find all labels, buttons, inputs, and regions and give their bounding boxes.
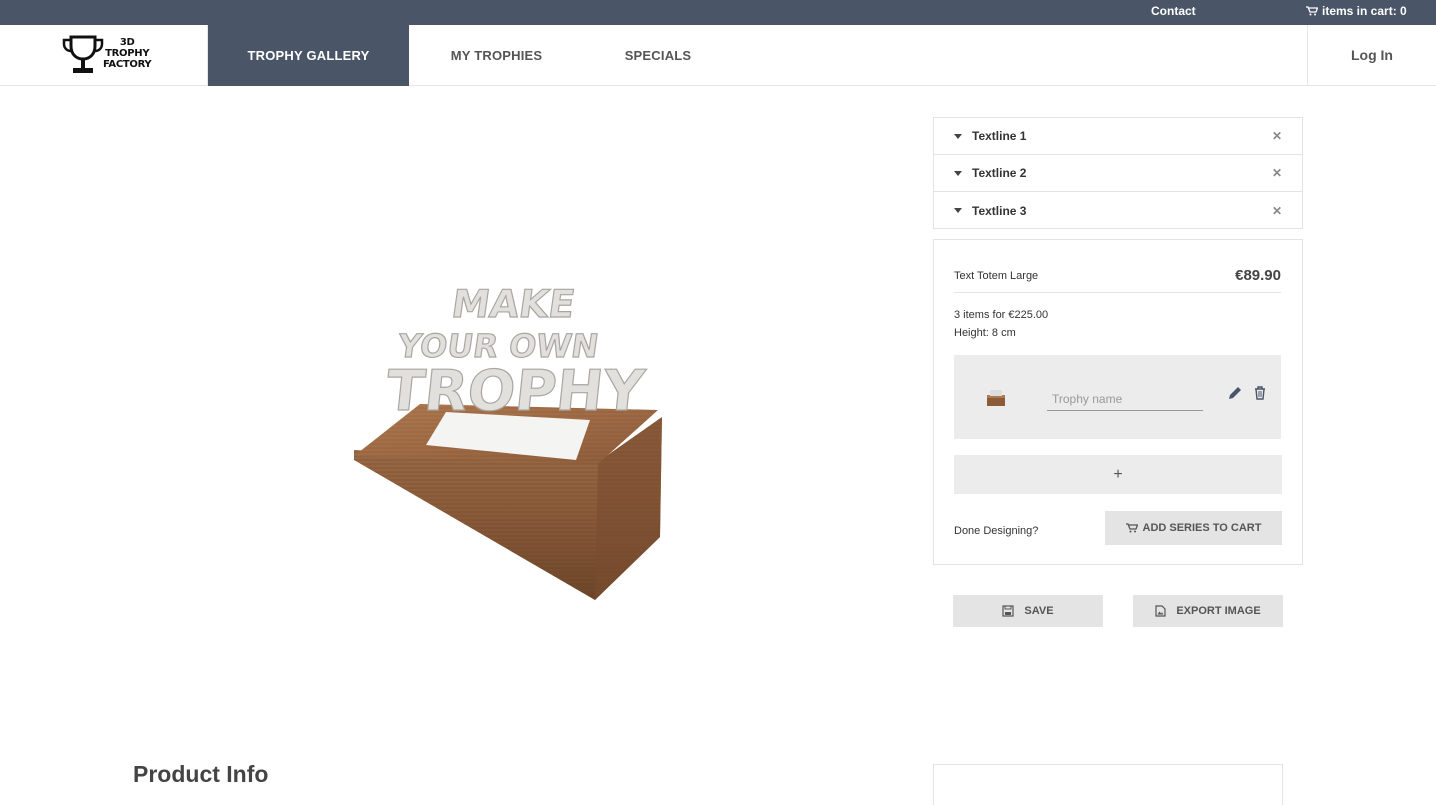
tab-trophy-gallery[interactable]: TROPHY GALLERY [208,25,409,86]
save-button[interactable]: SAVE [953,595,1103,627]
brand-wordmark: 3D TROPHY FACTORY [103,37,152,70]
top-bar: Contact items in cart: 0 [0,0,1436,25]
product-info-heading: Product Info [133,761,269,787]
save-label: SAVE [1024,605,1054,617]
image-file-icon [1155,605,1166,617]
textline-1-label: Textline 1 [972,129,1027,143]
main-nav: 3D TROPHY FACTORY TROPHY GALLERY MY TROP… [0,25,1436,86]
brand-line-2: TROPHY [105,48,150,59]
cart-link[interactable]: items in cart: 0 [1306,4,1407,18]
model-text-line-3: TROPHY [383,359,648,424]
close-icon[interactable]: ✕ [1272,204,1282,218]
trophy-preview-image: MAKE YOUR OWN TROPHY [354,283,662,600]
login-button[interactable]: Log In [1307,25,1436,85]
product-price: €89.90 [1235,267,1281,284]
close-icon[interactable]: ✕ [1272,166,1282,180]
close-icon[interactable]: ✕ [1272,129,1282,143]
model-text-line-1: MAKE [449,283,578,327]
cart-icon [1306,6,1318,16]
trophy-3d-viewer[interactable]: MAKE YOUR OWN TROPHY [340,262,680,607]
trophy-icon [62,35,104,73]
product-name: Text Totem Large [954,270,1039,282]
add-series-to-cart-button[interactable]: ADD SERIES TO CART [1105,511,1282,545]
done-designing-label: Done Designing? [954,525,1039,537]
export-image-button[interactable]: EXPORT IMAGE [1133,595,1283,627]
brand-line-3: FACTORY [103,59,152,70]
add-item-button[interactable]: + [954,455,1282,494]
product-height: Height: 8 cm [954,327,1016,339]
trash-icon[interactable] [1252,385,1268,401]
caret-down-icon [954,171,962,176]
caret-down-icon [954,134,962,139]
trophy-thumbnail [987,390,1005,406]
trophy-name-input[interactable] [1047,387,1203,411]
floppy-disk-icon [1002,605,1015,617]
add-series-label: ADD SERIES TO CART [1142,522,1262,534]
cart-count-label: items in cart: 0 [1322,4,1407,18]
product-card: Text Totem Large €89.90 3 items for €225… [933,239,1303,565]
contact-link[interactable]: Contact [1151,4,1196,18]
divider [954,292,1281,293]
product-info-panel [933,764,1283,805]
brand-line-1: 3D [119,37,135,48]
textline-3-label: Textline 3 [972,203,1027,218]
export-image-label: EXPORT IMAGE [1176,605,1261,617]
tab-my-trophies[interactable]: MY TROPHIES [409,25,584,86]
textline-3-row[interactable]: Textline 3 ✕ [934,192,1302,229]
brand-logo[interactable]: 3D TROPHY FACTORY [0,25,208,85]
tab-specials[interactable]: SPECIALS [584,25,732,86]
series-item-row [954,355,1281,439]
pencil-icon[interactable] [1227,385,1243,401]
textline-2-row[interactable]: Textline 2 ✕ [934,155,1302,192]
caret-down-icon [954,208,962,213]
textline-accordion: Textline 1 ✕ Textline 2 ✕ Textline 3 ✕ [933,117,1303,229]
cart-icon [1125,523,1138,533]
textline-1-row[interactable]: Textline 1 ✕ [934,118,1302,155]
textline-2-label: Textline 2 [972,166,1027,180]
bulk-offer: 3 items for €225.00 [954,309,1049,321]
